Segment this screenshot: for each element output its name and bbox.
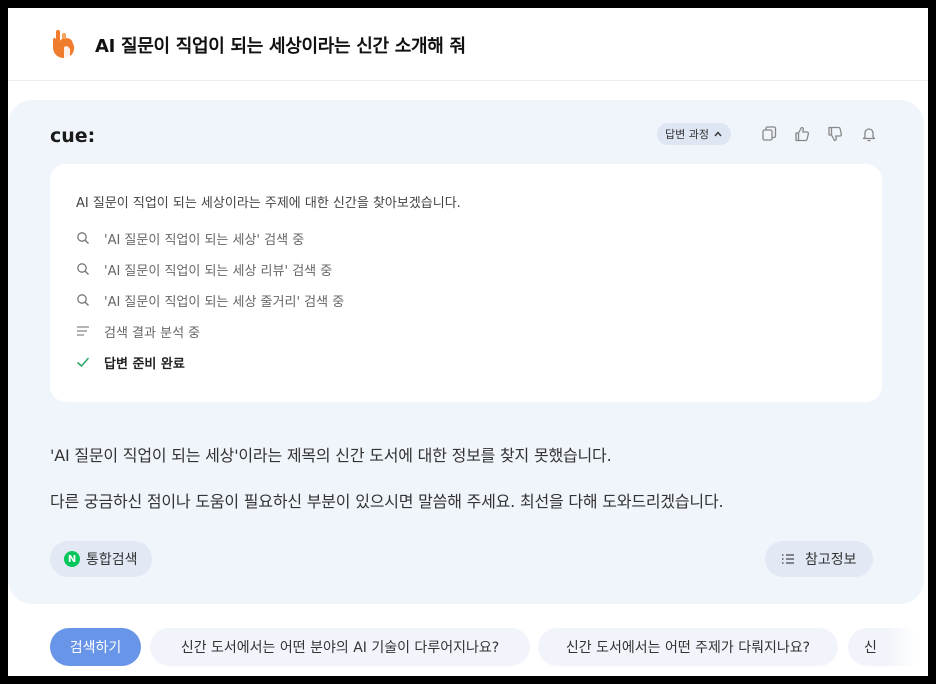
answer-text: 'AI 질문이 직업이 되는 세상'이라는 제목의 신간 도서에 대한 정보를 … xyxy=(50,446,612,465)
integrated-search-label: 통합검색 xyxy=(86,552,138,568)
suggestion-chip[interactable]: 신간 도서에서는 어떤 주제가 다뤄지나요? xyxy=(538,628,838,666)
answer-text: 다른 궁금하신 점이나 도움이 필요하신 부분이 있으시면 말씀해 주세요. 최… xyxy=(50,492,724,511)
reference-info-label: 참고정보 xyxy=(805,552,857,568)
process-step-text: 검색 결과 분석 중 xyxy=(104,325,201,341)
process-step: 검색 결과 분석 중 xyxy=(74,321,200,341)
scroll-fade-overlay xyxy=(888,620,928,676)
page-header: AI 질문이 직업이 되는 세상이라는 신간 소개해 줘 xyxy=(8,8,928,81)
process-step-complete: 답변 준비 완료 xyxy=(74,352,185,372)
answer-card: cue: 답변 과정 AI 질문이 직업이 되는 세상이라는 주제에 대한 신간… xyxy=(8,100,924,604)
hand-logo-icon xyxy=(53,29,75,58)
search-icon xyxy=(74,291,92,309)
process-step-text: 'AI 질문이 직업이 되는 세상 리뷰' 검색 중 xyxy=(104,263,333,279)
process-step-text: 'AI 질문이 직업이 되는 세상' 검색 중 xyxy=(104,232,305,248)
answer-process-label: 답변 과정 xyxy=(665,128,709,141)
naver-icon: N xyxy=(64,551,80,567)
bell-icon[interactable] xyxy=(860,125,878,143)
suggestion-chip[interactable]: 신간 도서에서는 어떤 분야의 AI 기술이 다루어지나요? xyxy=(150,628,530,666)
answer-process-panel: AI 질문이 직업이 되는 세상이라는 주제에 대한 신간을 찾아보겠습니다. … xyxy=(50,164,882,402)
process-step: 'AI 질문이 직업이 되는 세상' 검색 중 xyxy=(74,228,304,248)
process-step-text: 'AI 질문이 직업이 되는 세상 줄거리' 검색 중 xyxy=(104,294,345,310)
thumbs-down-icon[interactable] xyxy=(826,125,844,143)
copy-icon[interactable] xyxy=(760,125,778,143)
answer-process-toggle[interactable]: 답변 과정 xyxy=(657,123,731,145)
search-button[interactable]: 검색하기 xyxy=(50,628,141,666)
process-step: 'AI 질문이 직업이 되는 세상 리뷰' 검색 중 xyxy=(74,259,332,279)
reference-info-button[interactable]: 참고정보 xyxy=(765,541,873,577)
search-icon xyxy=(74,260,92,278)
process-intro: AI 질문이 직업이 되는 세상이라는 주제에 대한 신간을 찾아보겠습니다. xyxy=(76,196,461,211)
cue-brand-text: cue: xyxy=(50,127,95,145)
list-icon xyxy=(782,554,794,564)
check-icon xyxy=(74,353,92,371)
integrated-search-button[interactable]: N 통합검색 xyxy=(50,541,152,577)
process-step: 'AI 질문이 직업이 되는 세상 줄거리' 검색 중 xyxy=(74,290,344,310)
search-icon xyxy=(74,229,92,247)
page-title: AI 질문이 직업이 되는 세상이라는 신간 소개해 줘 xyxy=(95,36,466,57)
process-step-text: 답변 준비 완료 xyxy=(104,356,185,372)
app-frame: AI 질문이 직업이 되는 세상이라는 신간 소개해 줘 cue: 답변 과정 … xyxy=(8,8,928,676)
chevron-up-icon xyxy=(714,131,722,137)
lines-icon xyxy=(74,322,92,340)
cue-logo: cue: xyxy=(50,127,95,145)
thumbs-up-icon[interactable] xyxy=(793,125,811,143)
